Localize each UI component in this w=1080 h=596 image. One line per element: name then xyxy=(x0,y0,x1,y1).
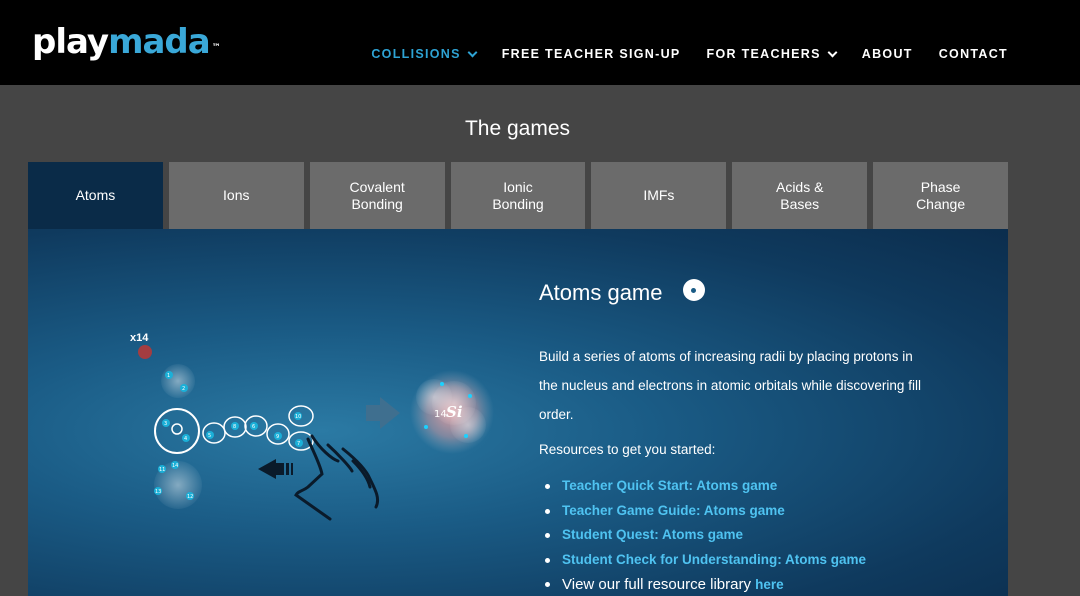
game-title-text: Atoms game xyxy=(539,280,663,305)
tab-ions[interactable]: Ions xyxy=(168,162,304,229)
resource-prefix: Student Check for Understanding: xyxy=(562,551,786,567)
atoms-game-illustration: x14 1 2 3 4 5 6 7 8 9 10 11 12 13 14 14 … xyxy=(130,332,494,521)
resource-prefix: Teacher Game Guide: xyxy=(562,502,704,518)
nav-label: ABOUT xyxy=(861,47,913,61)
resource-prefix: Student Quest: xyxy=(562,527,662,542)
element-symbol: Si xyxy=(446,403,463,421)
resource-link-text: Atoms game xyxy=(703,502,785,518)
tab-imfs[interactable]: IMFs xyxy=(591,162,727,229)
resources-label: Resources to get you started: xyxy=(539,442,716,457)
nav-item-contact[interactable]: CONTACT xyxy=(939,47,1008,61)
orbital-number: 3 xyxy=(164,421,167,427)
orbital-2s xyxy=(154,408,200,454)
list-item: Student Check for Understanding: Atoms g… xyxy=(539,552,866,577)
orbital-number: 12 xyxy=(187,494,193,500)
resource-link-text: Atoms game xyxy=(785,551,867,567)
orbital-number: 14 xyxy=(172,463,178,469)
resource-link-student-check[interactable]: Student Check for Understanding: Atoms g… xyxy=(562,552,866,567)
logo-text-mada: mada xyxy=(108,22,211,62)
proton-icon xyxy=(138,345,152,359)
orbital-number: 2 xyxy=(182,386,185,392)
game-title: Atoms game xyxy=(539,279,705,306)
section-title: The games xyxy=(464,117,571,140)
resource-library-link[interactable]: here xyxy=(755,577,784,592)
nav-item-for-teachers[interactable]: FOR TEACHERS xyxy=(706,47,838,61)
multiplier-label: x14 xyxy=(130,332,149,344)
element-mass: 14 xyxy=(434,409,447,420)
chevron-down-icon xyxy=(827,47,838,57)
resource-list: Teacher Quick Start: Atoms game Teacher … xyxy=(539,478,866,596)
orbital-number: 5 xyxy=(208,433,211,439)
nav-label: FREE TEACHER SIGN-UP xyxy=(501,47,681,61)
orbital-number: 13 xyxy=(155,489,161,495)
orbital-number: 11 xyxy=(159,467,165,473)
game-panel: x14 1 2 3 4 5 6 7 8 9 10 11 12 13 14 14 … xyxy=(28,229,1008,596)
resource-link-student-quest[interactable]: Student Quest: Atoms game xyxy=(562,527,743,542)
nav-label: COLLISIONS xyxy=(371,47,461,61)
resource-link-text: Atoms game xyxy=(662,527,744,542)
top-bar: playmada ™ COLLISIONS FREE TEACHER SIGN-U… xyxy=(0,0,1080,85)
playmada-logo[interactable]: playmada ™ xyxy=(32,22,221,62)
list-item: Teacher Game Guide: Atoms game xyxy=(539,503,866,528)
orbital-number: 8 xyxy=(233,424,236,430)
nav-label: FOR TEACHERS xyxy=(706,47,821,61)
logo-text-play: play xyxy=(32,22,109,62)
chevron-down-icon xyxy=(467,47,478,57)
orbital-number: 7 xyxy=(297,441,300,447)
tab-ionic-bonding[interactable]: Ionic Bonding xyxy=(450,162,586,229)
logo-trademark: ™ xyxy=(211,43,221,53)
info-icon[interactable] xyxy=(682,279,705,301)
nucleus-icon xyxy=(171,423,183,435)
game-description: Build a series of atoms of increasing ra… xyxy=(539,349,921,422)
tab-covalent-bonding[interactable]: Covalent Bonding xyxy=(309,162,445,229)
list-item: Teacher Quick Start: Atoms game xyxy=(539,478,866,503)
resource-prefix: Teacher Quick Start: xyxy=(562,478,697,493)
resource-link-teacher-game-guide[interactable]: Teacher Game Guide: Atoms game xyxy=(562,503,785,518)
tab-acids-bases[interactable]: Acids & Bases xyxy=(732,162,868,229)
orbital-number: 9 xyxy=(276,434,279,440)
list-item: View our full resource library here xyxy=(539,576,866,596)
resource-link-teacher-quick-start[interactable]: Teacher Quick Start: Atoms game xyxy=(562,478,777,493)
arrow-right-icon xyxy=(366,397,400,429)
resource-link-text: Atoms game xyxy=(696,478,778,493)
orbital-number: 10 xyxy=(295,414,301,420)
info-dot xyxy=(691,287,696,293)
tab-phase-change[interactable]: Phase Change xyxy=(873,162,1009,229)
orbital-number: 6 xyxy=(252,424,255,430)
orbital-number: 4 xyxy=(184,436,187,442)
nav-item-collisions[interactable]: COLLISIONS xyxy=(371,47,478,61)
game-tabs: Atoms Ions Covalent Bonding Ionic Bondin… xyxy=(28,162,1009,229)
list-item: Student Quest: Atoms game xyxy=(539,527,866,552)
orbital-number: 1 xyxy=(167,373,170,379)
nav-label: CONTACT xyxy=(938,47,1008,61)
nav-item-free-teacher-sign-up[interactable]: FREE TEACHER SIGN-UP xyxy=(502,47,681,61)
main-nav: COLLISIONS FREE TEACHER SIGN-UP FOR TEAC… xyxy=(345,47,1008,61)
arrow-left-icon xyxy=(258,459,293,479)
tab-atoms[interactable]: Atoms xyxy=(28,162,163,229)
nav-item-about[interactable]: ABOUT xyxy=(862,47,913,61)
library-text: View our full resource library xyxy=(562,576,756,593)
orbital-1s xyxy=(161,364,195,398)
